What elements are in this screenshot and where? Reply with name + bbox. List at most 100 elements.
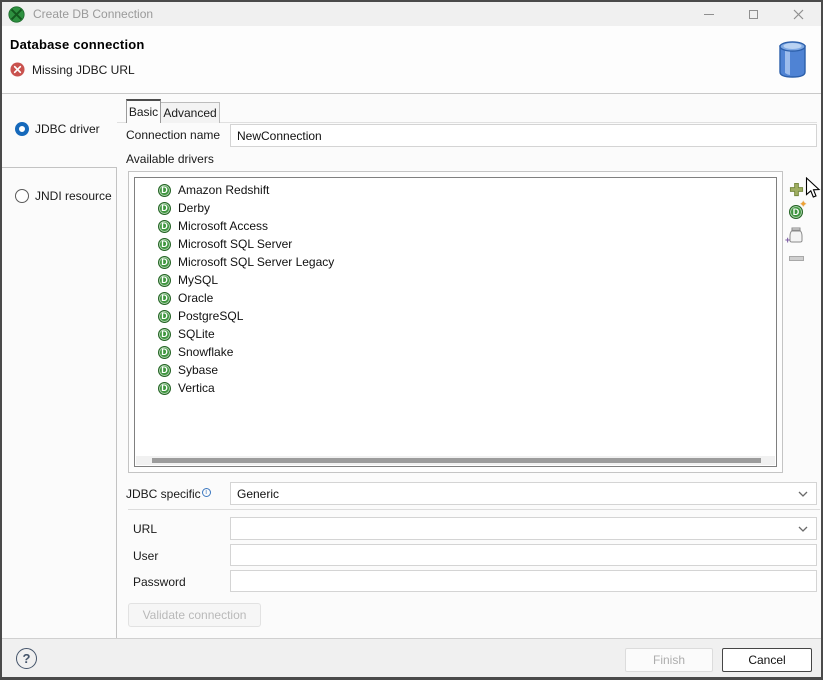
minimize-button[interactable] [686, 2, 731, 26]
driver-list-item[interactable]: D Oracle [135, 289, 776, 307]
error-message: Missing JDBC URL [32, 63, 135, 77]
driver-badge-icon: D [158, 274, 171, 287]
driver-badge-icon: D [158, 238, 171, 251]
add-jar-button[interactable]: + [787, 226, 805, 244]
password-input[interactable] [230, 570, 817, 592]
sidebar-divider [116, 167, 117, 638]
tabstrip-baseline [117, 122, 817, 123]
scrollbar-thumb[interactable] [152, 458, 761, 463]
chevron-down-icon [798, 491, 808, 497]
driver-name: Microsoft SQL Server [178, 237, 292, 251]
new-star-icon: ✦ [799, 199, 807, 210]
tab-basic[interactable]: Basic [126, 99, 161, 123]
jdbc-specific-label: JDBC specifici [126, 487, 211, 501]
cancel-button[interactable]: Cancel [722, 648, 812, 672]
driver-name: Microsoft SQL Server Legacy [178, 255, 334, 269]
driver-name: Oracle [178, 291, 213, 305]
driver-badge-icon: D [158, 328, 171, 341]
chevron-down-icon [798, 526, 808, 532]
driver-badge-icon: D [158, 364, 171, 377]
drivers-toolbar: D ✦ + [787, 180, 807, 272]
driver-badge-icon: D [158, 202, 171, 215]
sidebar-separator [2, 167, 116, 168]
driver-badge-icon: D [158, 382, 171, 395]
radio-jndi-resource[interactable]: JNDI resource [15, 189, 112, 203]
drivers-panel: D Amazon Redshift D Derby D Microsoft Ac… [128, 171, 783, 473]
error-icon [10, 62, 25, 77]
horizontal-scrollbar[interactable] [136, 456, 775, 465]
url-combobox[interactable] [230, 517, 817, 540]
create-db-connection-dialog: Create DB Connection Database connection… [0, 0, 823, 680]
database-cylinder-icon [777, 40, 808, 79]
jdbc-specific-select[interactable]: Generic [230, 482, 817, 505]
connection-name-label: Connection name [126, 128, 220, 142]
footer-bar: ? Finish Cancel [2, 638, 821, 677]
validate-connection-button[interactable]: Validate connection [128, 603, 261, 627]
mouse-cursor [805, 177, 821, 199]
page-title: Database connection [10, 37, 145, 52]
radio-label: JDBC driver [35, 122, 100, 136]
driver-list-item[interactable]: D Microsoft SQL Server [135, 235, 776, 253]
title-bar[interactable]: Create DB Connection [2, 2, 821, 26]
driver-list-item[interactable]: D Snowflake [135, 343, 776, 361]
driver-list-item[interactable]: D Vertica [135, 379, 776, 397]
driver-list-item[interactable]: D Amazon Redshift [135, 181, 776, 199]
driver-list-item[interactable]: D MySQL [135, 271, 776, 289]
driver-name: Microsoft Access [178, 219, 268, 233]
driver-list-item[interactable]: D SQLite [135, 325, 776, 343]
plus-icon [789, 182, 804, 197]
help-button[interactable]: ? [16, 648, 37, 669]
jdbc-specific-label-text: JDBC specific [126, 487, 201, 501]
available-drivers-label: Available drivers [126, 152, 214, 166]
create-driver-button[interactable]: D ✦ [787, 203, 805, 221]
radio-button-icon [15, 122, 29, 136]
driver-name: MySQL [178, 273, 218, 287]
driver-name: Sybase [178, 363, 218, 377]
driver-name: Snowflake [178, 345, 233, 359]
header-separator [2, 93, 821, 94]
radio-jdbc-driver[interactable]: JDBC driver [15, 122, 100, 136]
close-icon [793, 9, 804, 20]
driver-badge-icon: D [158, 256, 171, 269]
driver-list-item[interactable]: D Microsoft Access [135, 217, 776, 235]
jar-icon [789, 227, 803, 243]
minimize-icon [704, 14, 714, 15]
driver-name: SQLite [178, 327, 215, 341]
maximize-icon [749, 10, 758, 19]
add-driver-button[interactable] [787, 180, 805, 198]
mini-plus-icon: + [785, 235, 790, 245]
driver-badge-icon: D [158, 184, 171, 197]
driver-badge-icon: D [158, 310, 171, 323]
tab-advanced[interactable]: Advanced [161, 102, 220, 123]
remove-driver-button[interactable] [787, 249, 805, 267]
dialog-header: Database connection Missing JDBC URL [2, 26, 821, 93]
user-label: User [133, 549, 158, 563]
driver-badge-icon: D [158, 346, 171, 359]
driver-badge-icon: D [158, 292, 171, 305]
drivers-list[interactable]: D Amazon Redshift D Derby D Microsoft Ac… [134, 177, 777, 467]
driver-name: PostgreSQL [178, 309, 243, 323]
close-button[interactable] [776, 2, 821, 26]
jdbc-specific-value: Generic [237, 487, 279, 501]
radio-label: JNDI resource [35, 189, 112, 203]
driver-name: Vertica [178, 381, 215, 395]
info-icon: i [202, 488, 211, 497]
cloverdx-logo-icon [8, 6, 25, 23]
maximize-button[interactable] [731, 2, 776, 26]
driver-name: Derby [178, 201, 210, 215]
validation-error-row: Missing JDBC URL [10, 62, 135, 77]
window-title: Create DB Connection [33, 7, 153, 21]
connection-name-input[interactable] [230, 124, 817, 147]
driver-list-item[interactable]: D Microsoft SQL Server Legacy [135, 253, 776, 271]
minus-icon [789, 256, 804, 261]
user-input[interactable] [230, 544, 817, 566]
driver-badge-icon: D [158, 220, 171, 233]
url-label: URL [133, 522, 157, 536]
section-separator [128, 509, 820, 510]
driver-list-item[interactable]: D PostgreSQL [135, 307, 776, 325]
password-label: Password [133, 575, 186, 589]
radio-button-icon [15, 189, 29, 203]
driver-list-item[interactable]: D Derby [135, 199, 776, 217]
driver-list-item[interactable]: D Sybase [135, 361, 776, 379]
finish-button[interactable]: Finish [625, 648, 713, 672]
